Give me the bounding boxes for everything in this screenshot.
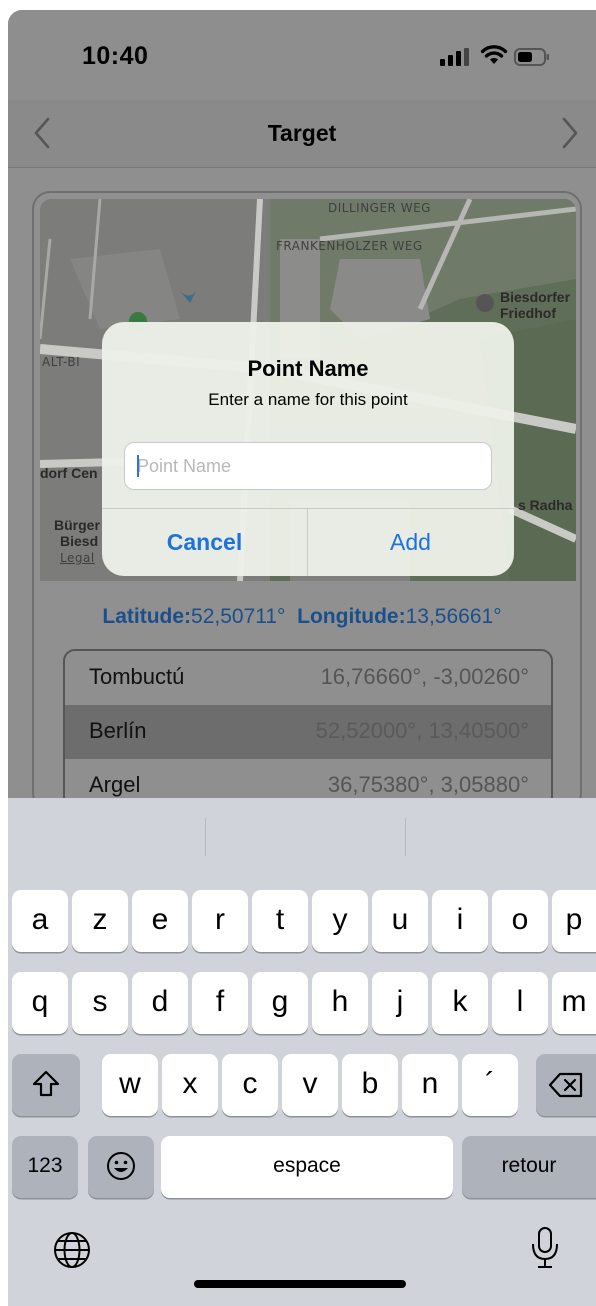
wifi-icon xyxy=(480,45,508,64)
alert-message: Enter a name for this point xyxy=(208,390,408,409)
key-h[interactable]: h xyxy=(312,972,368,1034)
map-poi-label: Friedhof xyxy=(500,305,556,321)
status-time: 10:40 xyxy=(82,42,149,70)
longitude-label: Longitude: xyxy=(297,605,406,628)
battery-icon xyxy=(514,48,549,66)
key-w[interactable]: w xyxy=(102,1054,158,1116)
key-r[interactable]: r xyxy=(192,890,248,952)
suggestion-divider xyxy=(405,818,406,856)
map-poi-label: Bürger xyxy=(54,517,100,533)
key-b[interactable]: b xyxy=(342,1054,398,1116)
home-indicator[interactable] xyxy=(194,1280,406,1288)
keyboard: a z e r t y u i o p q s d f g h j k l m … xyxy=(8,798,596,1306)
return-key[interactable]: retour xyxy=(462,1136,596,1198)
delete-backward-icon xyxy=(548,1072,583,1098)
cancel-button[interactable]: Cancel xyxy=(102,508,307,576)
key-g[interactable]: g xyxy=(252,972,308,1034)
point-name: Argel xyxy=(89,772,141,797)
text-cursor xyxy=(137,455,139,477)
space-key[interactable]: espace xyxy=(161,1136,453,1198)
microphone-icon[interactable] xyxy=(530,1226,560,1270)
emoji-icon xyxy=(107,1152,135,1180)
shift-key[interactable] xyxy=(12,1054,80,1116)
list-item[interactable]: Berlín 52,52000°, 13,40500° xyxy=(65,705,551,759)
key-e[interactable]: e xyxy=(132,890,188,952)
map-legal-link[interactable]: Legal xyxy=(60,551,95,565)
point-name: Berlín xyxy=(89,718,147,743)
key-t[interactable]: t xyxy=(252,890,308,952)
key-o[interactable]: o xyxy=(492,890,548,952)
coordinates-readout: Latitude:52,50711° Longitude:13,56661° xyxy=(8,605,596,629)
key-s[interactable]: s xyxy=(72,972,128,1034)
point-coords: 16,76660°, -3,00260° xyxy=(320,664,529,689)
phone-screen: 10:40 Target DILLINGER WEG FRANKENHOLZER… xyxy=(8,10,596,1306)
key-v[interactable]: v xyxy=(282,1054,338,1116)
map-poi-label: s Radha xyxy=(518,497,573,513)
key-a[interactable]: a xyxy=(12,890,68,952)
latitude-value: 52,50711° xyxy=(191,605,286,628)
key-x[interactable]: x xyxy=(162,1054,218,1116)
numbers-key[interactable]: 123 xyxy=(12,1136,78,1198)
key-i[interactable]: i xyxy=(432,890,488,952)
emoji-key[interactable] xyxy=(88,1136,154,1198)
key-n[interactable]: n xyxy=(402,1054,458,1116)
map-poi-label: dorf Cen xyxy=(40,465,98,481)
key-k[interactable]: k xyxy=(432,972,488,1034)
status-bar: 10:40 xyxy=(8,10,596,100)
key-f[interactable]: f xyxy=(192,972,248,1034)
backspace-key[interactable] xyxy=(536,1054,596,1116)
point-name-input[interactable] xyxy=(124,442,492,490)
key-acute-accent[interactable]: ´ xyxy=(462,1054,518,1116)
key-u[interactable]: u xyxy=(372,890,428,952)
point-coords: 52,52000°, 13,40500° xyxy=(315,718,529,743)
list-item[interactable]: Tombuctú 16,76660°, -3,00260° xyxy=(65,651,551,705)
map-poi-label: Biesdorfer xyxy=(500,289,571,305)
map-street-label: DILLINGER WEG xyxy=(328,201,431,215)
key-z[interactable]: z xyxy=(72,890,128,952)
cellular-signal-icon xyxy=(440,48,469,66)
suggestion-divider xyxy=(205,818,206,856)
point-name: Tombuctú xyxy=(89,664,185,689)
longitude-value: 13,56661° xyxy=(405,605,502,628)
shift-icon xyxy=(32,1070,60,1097)
key-y[interactable]: y xyxy=(312,890,368,952)
chevron-right-icon[interactable] xyxy=(560,116,580,150)
map-street-label: ALT-BI xyxy=(42,355,81,369)
key-p[interactable]: p xyxy=(552,890,596,952)
globe-icon[interactable] xyxy=(52,1230,92,1270)
latitude-label: Latitude: xyxy=(102,605,192,628)
key-c[interactable]: c xyxy=(222,1054,278,1116)
key-q[interactable]: q xyxy=(12,972,68,1034)
key-j[interactable]: j xyxy=(372,972,428,1034)
point-name-alert: Point Name Enter a name for this point C… xyxy=(102,322,514,576)
alert-title: Point Name xyxy=(247,356,369,381)
add-button[interactable]: Add xyxy=(308,508,513,576)
map-street-label: FRANKENHOLZER WEG xyxy=(276,239,423,253)
map-poi-label: Biesd xyxy=(60,533,99,549)
key-d[interactable]: d xyxy=(132,972,188,1034)
key-l[interactable]: l xyxy=(492,972,548,1034)
page-title: Target xyxy=(267,120,337,146)
navigation-bar: Target xyxy=(8,100,596,168)
key-m[interactable]: m xyxy=(552,972,596,1034)
point-coords: 36,75380°, 3,05880° xyxy=(327,772,529,797)
